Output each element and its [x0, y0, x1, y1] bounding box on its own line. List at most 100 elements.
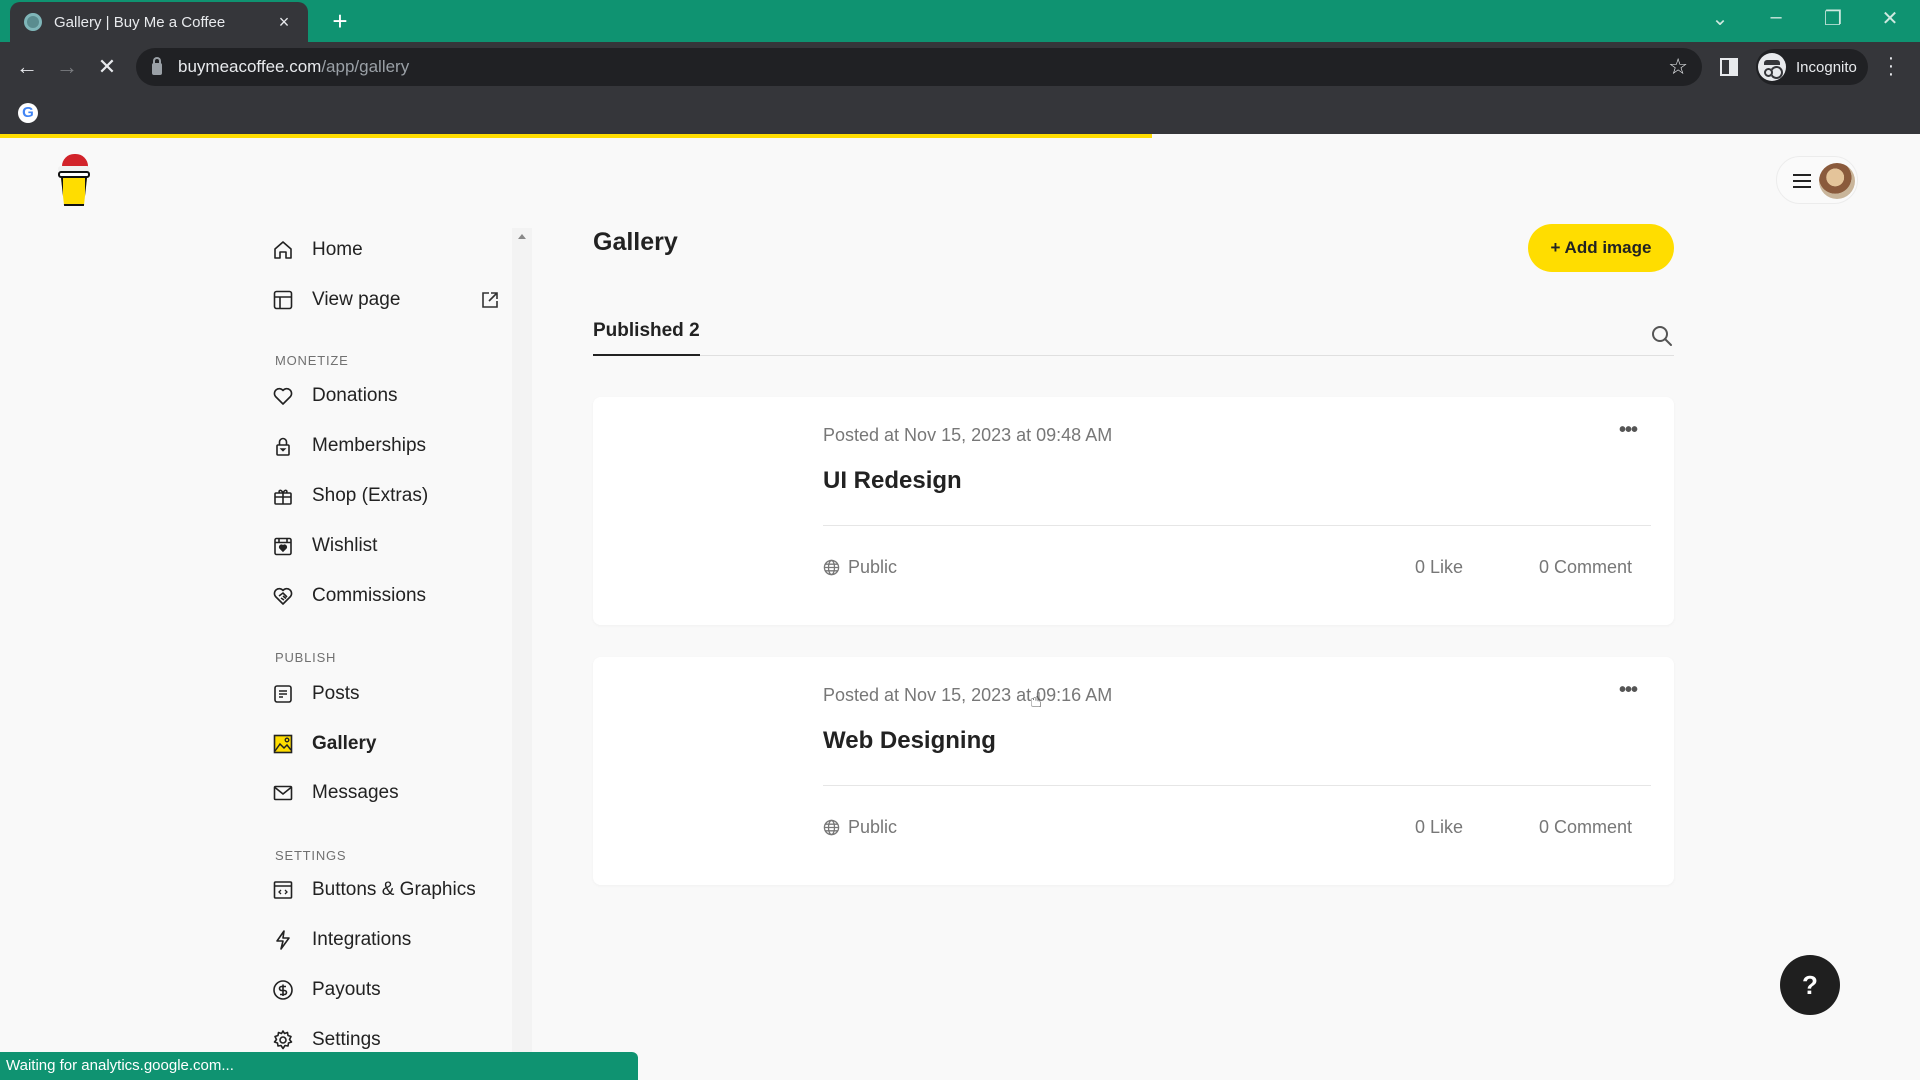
post-date: Posted at Nov 15, 2023 at 09:48 AM: [823, 425, 1113, 445]
post-likes: 0 Like: [1415, 817, 1464, 837]
tab-published[interactable]: Published 2: [593, 320, 700, 356]
code-window-icon: [272, 879, 294, 901]
sidebar-item-buttons-graphics[interactable]: Buttons & Graphics: [272, 874, 512, 906]
lock-icon: [152, 57, 162, 75]
browser-tab-active[interactable]: Gallery | Buy Me a Coffee ×: [10, 2, 308, 42]
browser-status-bar: Waiting for analytics.google.com...: [0, 1052, 638, 1080]
sidebar-item-label: Wishlist: [312, 535, 378, 556]
sidebar-item-label: Donations: [312, 385, 398, 406]
heart-icon: [272, 385, 294, 407]
hand-cursor-icon: ☝: [1030, 690, 1043, 712]
sidebar-item-label: Commissions: [312, 585, 427, 606]
sidebar-item-shop[interactable]: Shop (Extras): [272, 480, 512, 512]
sidebar-item-label: Shop (Extras): [312, 485, 429, 506]
incognito-label: Incognito: [1796, 58, 1857, 76]
gear-icon: [272, 1029, 294, 1051]
close-window-button[interactable]: ✕: [1870, 6, 1910, 31]
more-options-button[interactable]: •••: [1619, 419, 1638, 442]
search-icon[interactable]: [1650, 324, 1674, 348]
post-comments[interactable]: 0 Comment: [1539, 817, 1632, 838]
post-title[interactable]: UI Redesign: [823, 467, 962, 495]
help-button[interactable]: ?: [1780, 955, 1840, 1015]
url-host: buymeacoffee.com: [178, 57, 322, 76]
back-button[interactable]: ←: [12, 52, 42, 82]
sidebar-item-donations[interactable]: Donations: [272, 380, 512, 412]
lock-icon: [272, 435, 294, 457]
section-settings: SETTINGS: [275, 848, 347, 863]
section-publish: PUBLISH: [275, 650, 337, 665]
sidebar-item-label: Home: [312, 239, 363, 260]
user-menu-button[interactable]: [1776, 156, 1858, 204]
gallery-post-card[interactable]: Posted at Nov 15, 2023 at 09:48 AM UI Re…: [593, 397, 1674, 625]
page-load-progress-fill: [0, 134, 1152, 138]
sidebar-item-payouts[interactable]: Payouts: [272, 974, 512, 1006]
sidebar-item-label: Buttons & Graphics: [312, 879, 476, 900]
sidebar-item-label: Memberships: [312, 435, 427, 456]
page-title: Gallery: [593, 228, 678, 256]
incognito-indicator[interactable]: Incognito: [1756, 49, 1868, 85]
minimize-button[interactable]: –: [1756, 6, 1796, 29]
sidebar-item-home[interactable]: Home: [272, 234, 512, 266]
home-icon: [272, 239, 294, 261]
sidebar-item-label: Payouts: [312, 979, 381, 1000]
visibility-label: Public: [848, 817, 898, 837]
address-bar[interactable]: buymeacoffee.com/app/gallery ☆: [136, 48, 1702, 86]
card-divider: [823, 785, 1651, 786]
side-panel-icon[interactable]: [1720, 58, 1738, 76]
stop-loading-button[interactable]: ✕: [92, 52, 122, 82]
sidebar-item-label: Integrations: [312, 929, 412, 950]
post-comments[interactable]: 0 Comment: [1539, 557, 1632, 578]
browser-menu-icon[interactable]: · · ·: [1886, 48, 1896, 84]
sidebar-item-memberships[interactable]: Memberships: [272, 430, 512, 462]
sidebar-item-label: View page: [312, 289, 401, 310]
sidebar-item-view-page[interactable]: View page: [272, 284, 512, 316]
section-monetize: MONETIZE: [275, 353, 349, 368]
sidebar-item-label: Settings: [312, 1029, 381, 1050]
add-image-button[interactable]: + Add image: [1528, 224, 1674, 272]
tab-search-chevron-icon[interactable]: ⌄: [1700, 6, 1740, 31]
post-thumbnail[interactable]: [593, 657, 803, 885]
hamburger-menu-icon: [1793, 174, 1811, 188]
dollar-icon: [272, 979, 294, 1001]
layout-icon: [272, 289, 294, 311]
close-tab-icon[interactable]: ×: [274, 12, 294, 33]
globe-icon: [823, 819, 840, 836]
bmc-favicon-icon: [24, 13, 42, 31]
bookmark-star-icon[interactable]: ☆: [1668, 54, 1688, 80]
document-icon: [272, 683, 294, 705]
restore-button[interactable]: ❐: [1813, 6, 1853, 31]
sidebar-item-label: Posts: [312, 683, 360, 704]
globe-icon: [823, 559, 840, 576]
sidebar-item-wishlist[interactable]: Wishlist: [272, 530, 512, 562]
browser-toolbar: ← → ✕ buymeacoffee.com/app/gallery ☆ Inc…: [0, 42, 1920, 91]
new-tab-button[interactable]: +: [326, 6, 354, 37]
gallery-tabs: Published 2: [593, 318, 1674, 356]
more-options-button[interactable]: •••: [1619, 679, 1638, 702]
post-date: Posted at Nov 15, 2023 at 09:16 AM: [823, 685, 1113, 705]
sidebar-scrollbar[interactable]: [512, 228, 532, 1058]
scroll-up-arrow-icon[interactable]: [518, 234, 526, 239]
external-link-icon[interactable]: [480, 290, 500, 316]
forward-button[interactable]: →: [52, 52, 82, 82]
post-title[interactable]: Web Designing: [823, 727, 996, 755]
page-load-progress: [0, 134, 1920, 138]
sidebar-item-gallery[interactable]: Gallery: [272, 728, 512, 760]
user-avatar: [1819, 163, 1855, 199]
bolt-icon: [272, 929, 294, 951]
post-thumbnail[interactable]: [593, 397, 803, 625]
calendar-heart-icon: [272, 535, 294, 557]
gallery-post-card[interactable]: Posted at Nov 15, 2023 at 09:16 AM Web D…: [593, 657, 1674, 885]
bmc-logo[interactable]: [56, 152, 92, 208]
cup-rim: [58, 171, 90, 178]
post-visibility: Public: [823, 557, 897, 578]
post-visibility: Public: [823, 817, 897, 838]
sidebar-item-integrations[interactable]: Integrations: [272, 924, 512, 956]
sidebar-item-posts[interactable]: Posts: [272, 678, 512, 710]
sidebar-item-commissions[interactable]: Commissions: [272, 580, 512, 612]
sidebar-item-messages[interactable]: Messages: [272, 777, 512, 809]
browser-titlebar: Gallery | Buy Me a Coffee × + ⌄ – ❐ ✕: [0, 0, 1920, 42]
incognito-icon: [1758, 53, 1786, 81]
image-icon: [272, 733, 294, 755]
google-bookmark-icon[interactable]: G: [18, 103, 38, 123]
cup-body: [61, 178, 87, 206]
